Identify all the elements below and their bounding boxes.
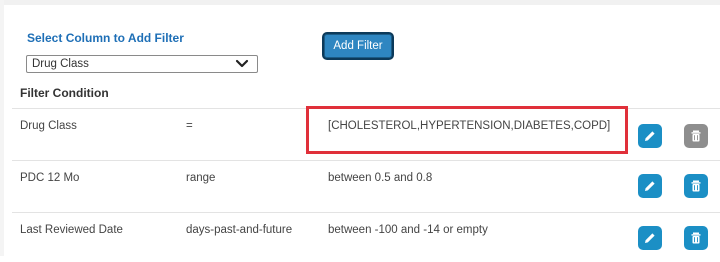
trash-icon <box>691 232 701 244</box>
condition-operator: days-past-and-future <box>186 224 293 236</box>
pencil-icon <box>645 181 655 191</box>
condition-column: Last Reviewed Date <box>20 224 123 236</box>
edit-condition-button[interactable] <box>638 174 662 198</box>
add-filter-button[interactable]: Add Filter <box>322 32 394 60</box>
condition-operator: range <box>186 172 216 184</box>
chevron-down-icon <box>235 59 249 68</box>
edit-condition-button[interactable] <box>638 226 662 250</box>
condition-value: between -100 and -14 or empty <box>328 224 488 236</box>
column-select[interactable]: Drug Class <box>26 55 258 73</box>
trash-icon <box>691 180 701 192</box>
condition-operator: = <box>186 120 193 132</box>
condition-column: Drug Class <box>20 120 77 132</box>
condition-column: PDC 12 Mo <box>20 172 80 184</box>
filter-condition-heading: Filter Condition <box>20 86 109 100</box>
select-column-label: Select Column to Add Filter <box>27 31 184 45</box>
window-top-edge <box>0 0 720 5</box>
pencil-icon <box>645 233 655 243</box>
delete-condition-button[interactable] <box>684 174 708 198</box>
trash-icon <box>691 130 701 142</box>
pencil-icon <box>645 131 655 141</box>
condition-value: between 0.5 and 0.8 <box>328 172 433 184</box>
highlight-annotation <box>306 106 628 154</box>
delete-condition-button[interactable] <box>684 226 708 250</box>
delete-condition-button[interactable] <box>684 124 708 148</box>
table-row: PDC 12 Mo range between 0.5 and 0.8 <box>0 160 720 210</box>
column-select-value: Drug Class <box>32 58 89 70</box>
edit-condition-button[interactable] <box>638 124 662 148</box>
table-row: Last Reviewed Date days-past-and-future … <box>0 212 720 262</box>
